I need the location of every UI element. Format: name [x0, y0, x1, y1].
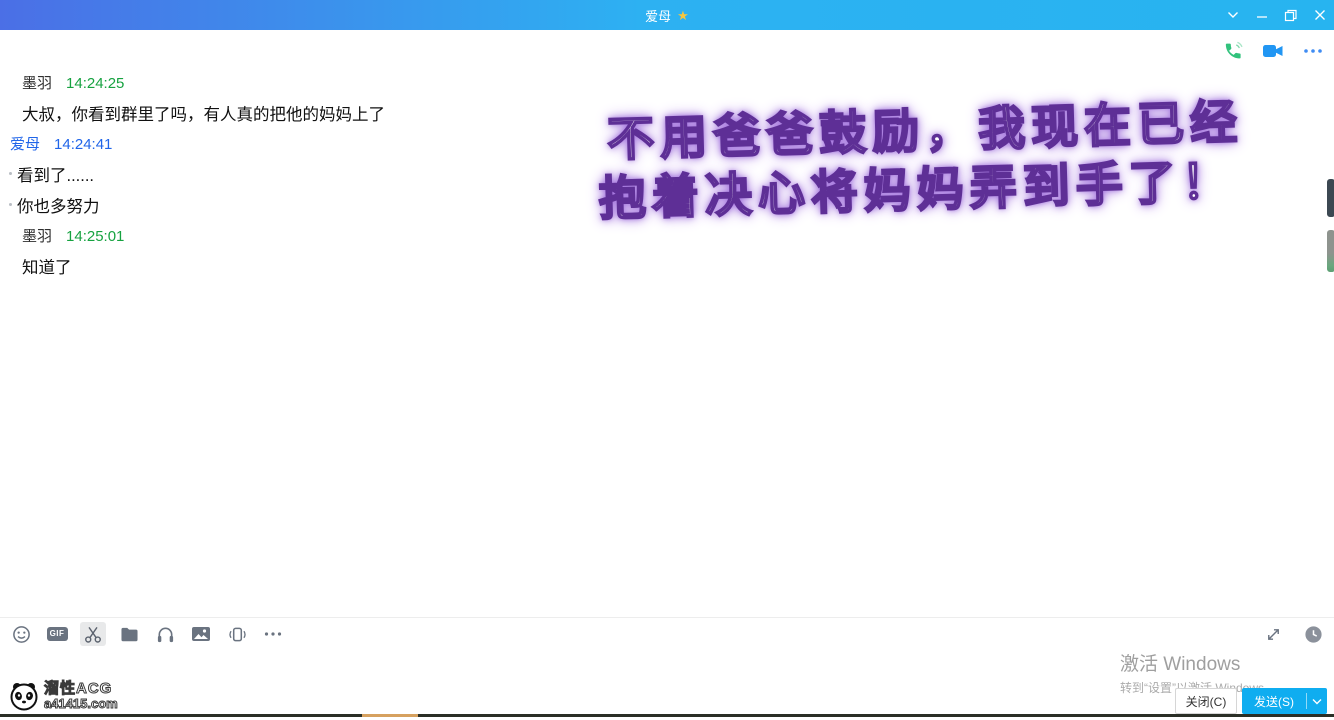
file-button[interactable] [116, 622, 142, 646]
panda-logo-icon [8, 680, 40, 712]
site-watermark: 溜性ACG a41415.com [8, 680, 118, 712]
expand-input-button[interactable] [1260, 622, 1286, 646]
scrollbar-thumb-gray[interactable] [1327, 230, 1334, 272]
minimize-icon [1256, 9, 1268, 21]
message-header: 墨羽 14:24:25 [22, 72, 124, 93]
video-call-button[interactable] [1260, 38, 1286, 64]
expand-arrows-icon [1265, 626, 1282, 643]
clock-icon [1304, 625, 1323, 644]
close-chat-button[interactable]: 关闭(C) [1175, 688, 1237, 714]
more-dots-icon [264, 631, 282, 637]
voice-call-button[interactable] [1220, 38, 1246, 64]
site-url: a41415.com [44, 697, 118, 711]
gif-button[interactable]: GIF [44, 622, 70, 646]
qq-chat-window: 爱母 ★ [0, 0, 1334, 720]
sender-name: 墨羽 [22, 75, 52, 92]
restore-button[interactable] [1276, 0, 1305, 30]
sender-name: 墨羽 [22, 228, 52, 245]
composer-buttons: 关闭(C) 发送(S) [1175, 688, 1327, 714]
send-button-label: 发送(S) [1242, 693, 1306, 710]
shake-phone-icon [227, 625, 248, 644]
message-composer[interactable]: GIF [0, 617, 1334, 720]
message-time: 14:25:01 [66, 228, 124, 245]
window-title-group: 爱母 ★ [645, 6, 689, 25]
send-button[interactable]: 发送(S) [1242, 688, 1327, 714]
message-text: 看到了...... [17, 162, 94, 186]
bullet-dot [9, 172, 12, 175]
gif-icon: GIF [47, 627, 68, 641]
minimize-button[interactable] [1247, 0, 1276, 30]
message-text: 你也多努力 [17, 193, 100, 217]
bullet-dot [9, 203, 12, 206]
scrollbar-thumb-dark[interactable] [1327, 179, 1334, 217]
close-button[interactable] [1305, 0, 1334, 30]
chevron-down-icon [1227, 11, 1239, 19]
titlebar-chevron-button[interactable] [1218, 0, 1247, 30]
bottom-edge-strip-orange [362, 714, 418, 717]
window-title: 爱母 [645, 6, 671, 25]
composer-toolbar-right [1260, 622, 1326, 646]
music-button[interactable] [152, 622, 178, 646]
picture-icon [191, 626, 211, 642]
composer-toolbar: GIF [8, 622, 286, 646]
video-camera-icon [1261, 41, 1285, 61]
screenshot-button[interactable] [80, 622, 106, 646]
message-history-button[interactable] [1300, 622, 1326, 646]
send-options-button[interactable] [1307, 698, 1327, 705]
bottom-edge-strip [0, 714, 1334, 717]
phone-icon [1222, 40, 1244, 62]
caption-overlay: 不用爸爸鼓励，我现在已经 抱着决心将妈妈弄到手了！ [596, 93, 1245, 229]
folder-icon [120, 626, 139, 643]
chat-more-button[interactable] [1300, 38, 1326, 64]
star-icon: ★ [677, 9, 689, 22]
sender-name: 爱母 [10, 136, 40, 153]
toolbar-more-button[interactable] [260, 622, 286, 646]
message-header: 爱母 14:24:41 [10, 133, 112, 154]
title-bar: 爱母 ★ [0, 0, 1334, 30]
message-header: 墨羽 14:25:01 [22, 225, 124, 246]
call-actions [1220, 38, 1326, 64]
window-shake-button[interactable] [224, 622, 250, 646]
message-text: 知道了 [22, 254, 72, 278]
message-time: 14:24:41 [54, 136, 112, 153]
chat-history-panel[interactable]: 墨羽 14:24:25 大叔，你看到群里了吗，有人真的把他的妈妈上了 爱母 14:2… [0, 30, 1334, 618]
close-icon [1314, 9, 1326, 21]
activation-title: 激活 Windows [1120, 649, 1276, 676]
smiley-icon [12, 625, 31, 644]
scissors-icon [83, 625, 103, 644]
chevron-down-icon [1312, 698, 1322, 705]
ellipsis-icon [1303, 47, 1323, 55]
image-button[interactable] [188, 622, 214, 646]
restore-icon [1284, 9, 1297, 22]
message-text: 大叔，你看到群里了吗，有人真的把他的妈妈上了 [22, 101, 385, 125]
emoji-button[interactable] [8, 622, 34, 646]
message-time: 14:24:25 [66, 75, 124, 92]
site-name: 溜性ACG [44, 681, 118, 697]
site-watermark-text: 溜性ACG a41415.com [44, 681, 118, 710]
headphones-icon [156, 625, 175, 644]
window-controls [1218, 0, 1334, 30]
